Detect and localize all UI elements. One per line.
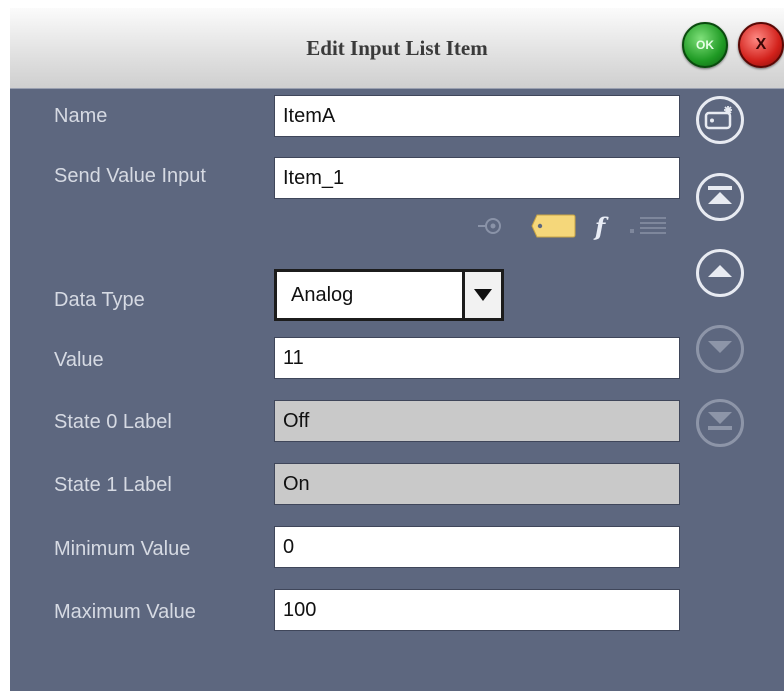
- move-down-icon: [706, 338, 734, 361]
- move-bottom-icon: [706, 410, 734, 437]
- minimum-value-label: Minimum Value: [54, 538, 191, 560]
- dialog-title: Edit Input List Item: [306, 36, 488, 60]
- close-button[interactable]: X: [738, 22, 784, 68]
- data-type-label: Data Type: [54, 289, 145, 311]
- data-type-select[interactable]: Analog: [274, 269, 504, 321]
- dialog-body: Name ItemA Send Value Input Item_1 f Dat…: [10, 89, 784, 691]
- state-1-field[interactable]: On: [274, 463, 680, 505]
- move-up-button[interactable]: [696, 249, 744, 297]
- maximum-value-label: Maximum Value: [54, 601, 196, 623]
- send-value-input-label: Send Value Input: [54, 165, 206, 187]
- name-field[interactable]: ItemA: [274, 95, 680, 137]
- move-up-icon: [706, 262, 734, 285]
- name-label: Name: [54, 105, 108, 127]
- state-0-field[interactable]: Off: [274, 400, 680, 442]
- ok-button[interactable]: OK: [682, 22, 728, 68]
- move-top-button[interactable]: [696, 173, 744, 221]
- tag-icon[interactable]: [530, 213, 578, 239]
- function-icon[interactable]: f: [588, 212, 612, 241]
- ok-button-label: OK: [696, 38, 714, 52]
- add-item-button[interactable]: [696, 96, 744, 144]
- title-bar: Edit Input List Item OK X: [10, 8, 784, 89]
- state-1-label: State 1 Label: [54, 474, 172, 496]
- state-0-label: State 0 Label: [54, 411, 172, 433]
- send-value-input-field[interactable]: Item_1: [274, 157, 680, 199]
- value-label: Value: [54, 349, 104, 371]
- move-top-icon: [706, 184, 734, 211]
- chevron-down-icon[interactable]: [462, 272, 501, 318]
- add-item-icon: [704, 105, 736, 136]
- value-field[interactable]: 11: [274, 337, 680, 379]
- edit-input-list-item-dialog: Edit Input List Item OK X Name ItemA Sen…: [10, 8, 784, 691]
- move-bottom-button[interactable]: [696, 399, 744, 447]
- connector-icon[interactable]: [478, 213, 506, 239]
- minimum-value-field[interactable]: 0: [274, 526, 680, 568]
- maximum-value-field[interactable]: 100: [274, 589, 680, 631]
- data-type-value: Analog: [291, 283, 354, 306]
- close-button-label: X: [755, 36, 767, 53]
- move-down-button[interactable]: [696, 325, 744, 373]
- list-icon[interactable]: [628, 213, 668, 239]
